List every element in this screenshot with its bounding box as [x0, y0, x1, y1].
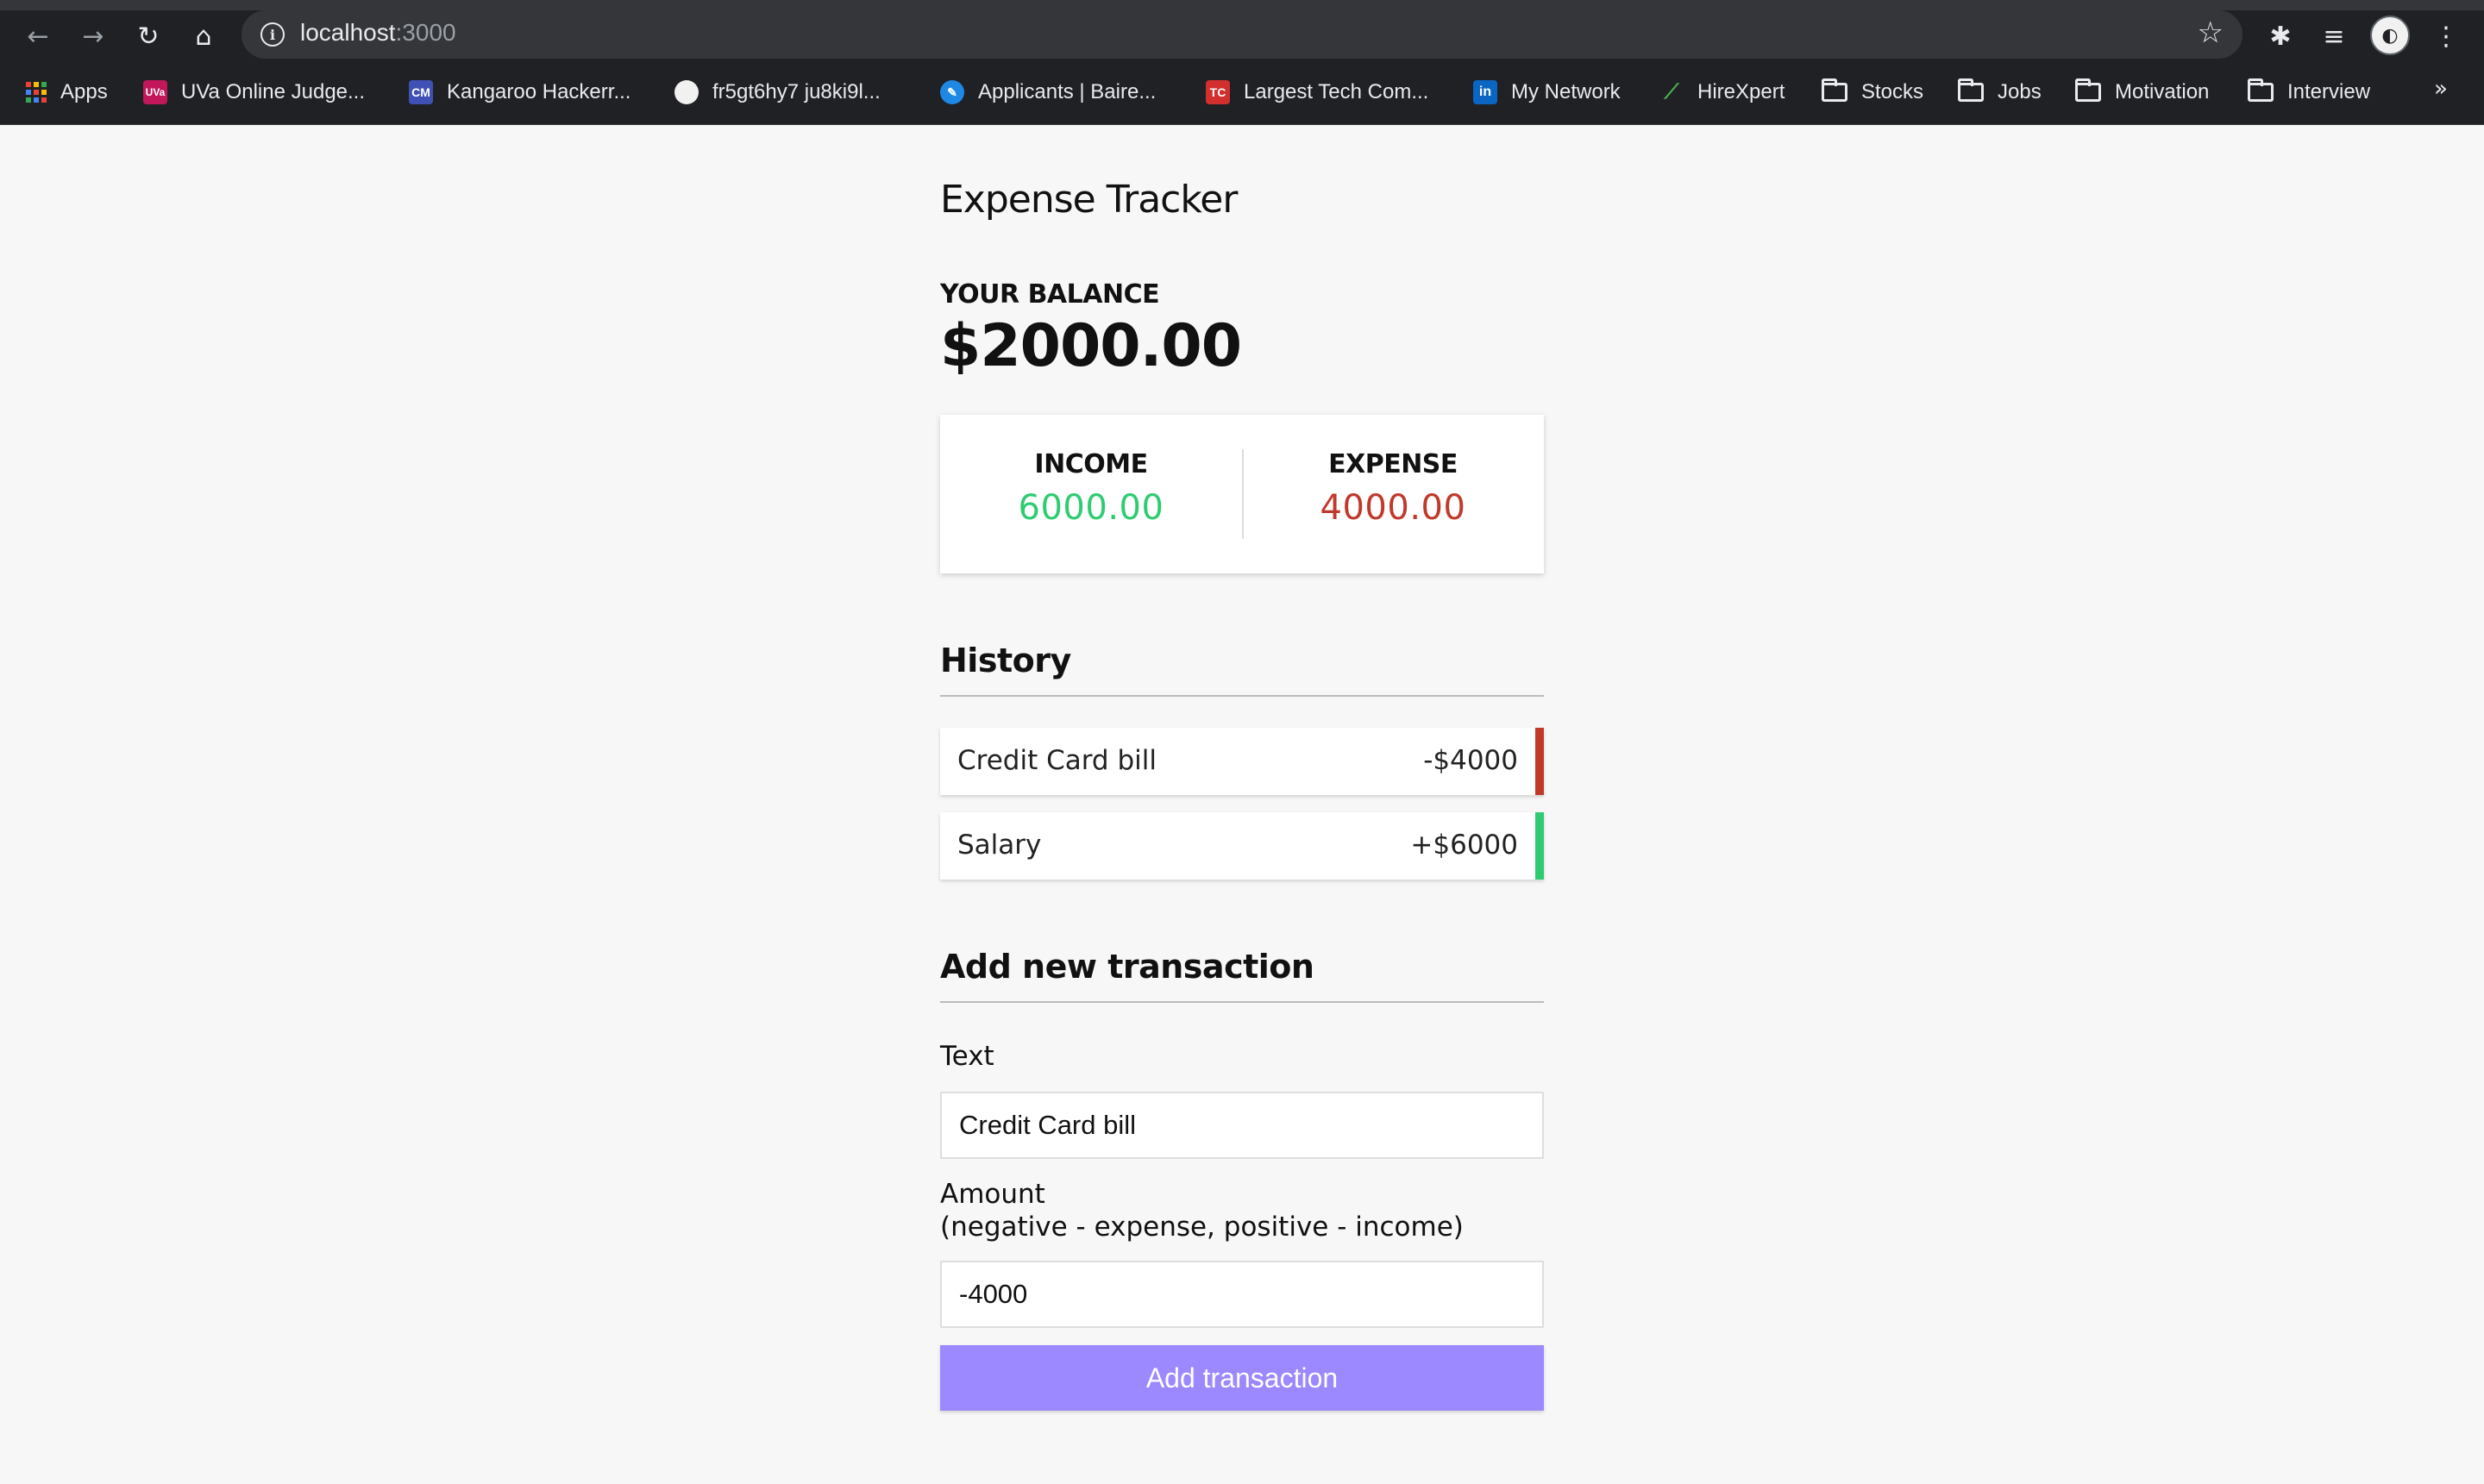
bookmark-label: Motivation — [2115, 80, 2210, 103]
uva-icon: UVa — [143, 80, 167, 104]
bookmark-label: Applicants | Baire... — [978, 80, 1157, 103]
text-label: Text — [940, 1041, 994, 1072]
bookmark-label: Apps — [60, 80, 108, 103]
expense-panel: EXPENSE 4000.00 — [1242, 449, 1544, 528]
transaction-item[interactable]: Salary +$6000 — [940, 812, 1544, 880]
bookmark-apps[interactable]: Apps — [26, 78, 108, 107]
transaction-text: Credit Card bill — [957, 745, 1157, 776]
balance-label: YOUR BALANCE — [940, 279, 1160, 310]
text-input[interactable] — [940, 1092, 1544, 1159]
income-value: 6000.00 — [1018, 488, 1164, 528]
url-text: localhost:3000 — [300, 19, 456, 47]
bookmarks-bar: Apps UVa UVa Online Judge... CM Kangaroo… — [0, 60, 2484, 125]
linkedin-icon: in — [1473, 80, 1497, 104]
add-transaction-button[interactable]: Add transaction — [940, 1345, 1544, 1411]
cm-icon: CM — [409, 80, 433, 104]
menu-kebab-icon[interactable]: ⋮ — [2427, 17, 2465, 55]
bookmark-uva[interactable]: UVa UVa Online Judge... — [143, 78, 365, 107]
more-bookmarks-chevron-icon[interactable]: » — [2434, 76, 2448, 102]
amount-label-text: Amount — [940, 1179, 1045, 1210]
history-heading: History — [940, 642, 1544, 697]
amount-hint: (negative - expense, positive - income) — [940, 1212, 1464, 1243]
bookmark-label: Kangaroo Hackerr... — [447, 80, 631, 103]
apps-grid-icon — [26, 82, 47, 103]
bookmark-kangaroo[interactable]: CM Kangaroo Hackerr... — [409, 78, 630, 107]
transaction-amount: -$4000 — [1423, 745, 1518, 776]
tab-strip — [0, 0, 2484, 10]
bookmark-label: UVa Online Judge... — [181, 80, 366, 103]
expense-indicator — [1535, 728, 1544, 795]
info-icon[interactable]: i — [260, 22, 285, 47]
browser-toolbar: ← → ↻ ⌂ i localhost:3000 ☆ ✱ ≡ ◐ ⋮ — [0, 0, 2484, 60]
home-icon[interactable]: ⌂ — [183, 17, 224, 55]
url-host: localhost — [300, 19, 396, 46]
bookmark-folder-stocks[interactable]: Stocks — [1822, 78, 1923, 107]
add-transaction-heading: Add new transaction — [940, 948, 1544, 1003]
transaction-list: Credit Card bill -$4000 Salary +$6000 — [940, 728, 1544, 897]
expense-value: 4000.00 — [1320, 488, 1466, 528]
bookmark-label: Largest Tech Com... — [1244, 80, 1429, 103]
url-port: :3000 — [395, 19, 456, 46]
income-indicator — [1535, 812, 1544, 880]
extensions-puzzle-icon[interactable]: ✱ — [2261, 17, 2299, 55]
bookmark-hirexpert[interactable]: ⟋ HireXpert — [1659, 78, 1785, 107]
expense-label: EXPENSE — [1328, 449, 1458, 479]
bookmark-fr5gt6hy7[interactable]: fr5gt6hy7 ju8ki9l... — [674, 78, 881, 107]
reload-icon[interactable]: ↻ — [128, 17, 169, 55]
income-label: INCOME — [1034, 449, 1148, 479]
folder-icon — [2075, 78, 2101, 102]
bookmark-label: Stocks — [1861, 80, 1924, 103]
bookmark-applicants[interactable]: ✎ Applicants | Baire... — [940, 78, 1156, 107]
bookmark-label: Interview — [2287, 80, 2371, 103]
back-arrow-icon[interactable]: ← — [17, 17, 59, 55]
bookmark-label: Jobs — [1998, 80, 2042, 103]
folder-icon — [2248, 78, 2274, 102]
hirexpert-icon: ⟋ — [1664, 80, 1679, 103]
forward-arrow-icon[interactable]: → — [72, 17, 114, 55]
income-panel: INCOME 6000.00 — [940, 449, 1242, 528]
income-expense-card: INCOME 6000.00 EXPENSE 4000.00 — [940, 415, 1544, 573]
transaction-text: Salary — [957, 830, 1042, 861]
amount-label: Amount (negative - expense, positive - i… — [940, 1178, 1464, 1243]
transaction-item[interactable]: Credit Card bill -$4000 — [940, 728, 1544, 795]
amount-input[interactable] — [940, 1261, 1544, 1328]
circle-icon — [674, 80, 699, 104]
baire-icon: ✎ — [940, 80, 964, 104]
bookmark-star-icon[interactable]: ☆ — [2198, 16, 2224, 50]
tc-icon: TC — [1206, 80, 1230, 104]
media-queue-icon[interactable]: ≡ — [2315, 17, 2353, 55]
bookmark-my-network[interactable]: in My Network — [1473, 78, 1621, 107]
bookmark-label: My Network — [1511, 80, 1621, 103]
balance-value: $2000.00 — [940, 312, 1242, 380]
bookmark-largest-tech[interactable]: TC Largest Tech Com... — [1206, 78, 1428, 107]
address-bar[interactable]: i localhost:3000 ☆ — [242, 10, 2242, 59]
transaction-amount: +$6000 — [1410, 830, 1518, 861]
folder-icon — [1958, 78, 1984, 102]
folder-icon — [1822, 78, 1847, 102]
bookmark-folder-motivation[interactable]: Motivation — [2075, 78, 2209, 107]
bookmark-label: HireXpert — [1697, 80, 1785, 103]
profile-avatar[interactable]: ◐ — [2370, 16, 2410, 55]
bookmark-folder-jobs[interactable]: Jobs — [1958, 78, 2042, 107]
bookmark-folder-interview[interactable]: Interview — [2248, 78, 2370, 107]
page-title: Expense Tracker — [940, 178, 1238, 222]
bookmark-label: fr5gt6hy7 ju8ki9l... — [712, 80, 881, 103]
